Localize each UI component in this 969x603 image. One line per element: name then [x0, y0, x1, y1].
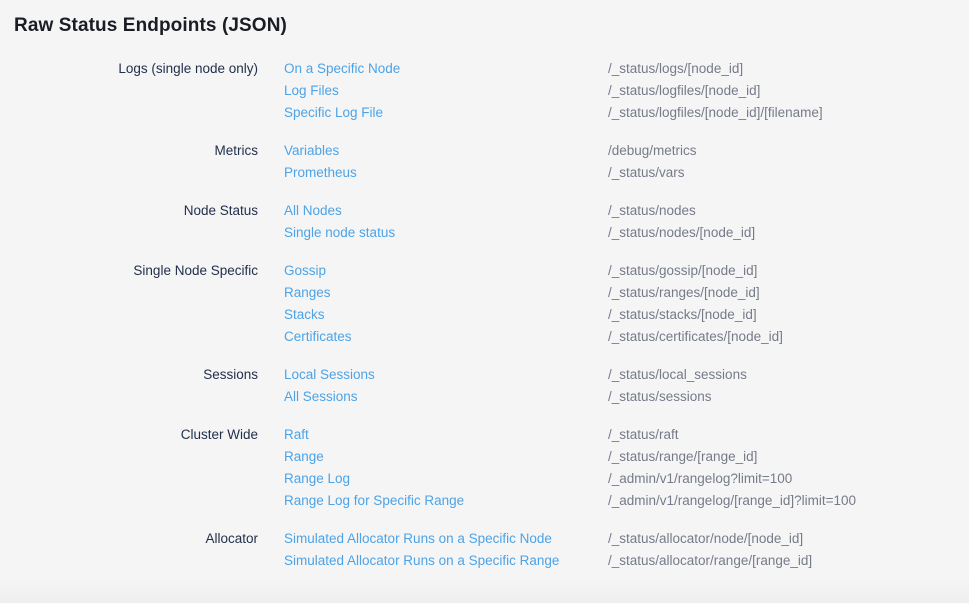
endpoint-row: Sessions Local Sessions /_status/local_s… [0, 364, 969, 386]
endpoint-row: Simulated Allocator Runs on a Specific R… [0, 550, 969, 572]
endpoint-link[interactable]: All Nodes [258, 200, 608, 222]
endpoint-link[interactable]: Specific Log File [258, 102, 608, 124]
endpoint-path: /_status/allocator/range/[range_id] [608, 550, 812, 572]
endpoint-path: /_status/range/[range_id] [608, 446, 757, 468]
endpoint-link[interactable]: Range Log for Specific Range [258, 490, 608, 512]
endpoint-row: Allocator Simulated Allocator Runs on a … [0, 528, 969, 550]
endpoint-path: /_status/nodes/[node_id] [608, 222, 755, 244]
endpoint-row: Range /_status/range/[range_id] [0, 446, 969, 468]
endpoint-row: Cluster Wide Raft /_status/raft [0, 424, 969, 446]
endpoint-section: Metrics Variables /debug/metrics Prometh… [0, 140, 969, 184]
category-label: Allocator [0, 528, 258, 550]
endpoint-path: /_status/nodes [608, 200, 696, 222]
endpoint-link[interactable]: On a Specific Node [258, 58, 608, 80]
endpoint-row: Ranges /_status/ranges/[node_id] [0, 282, 969, 304]
endpoint-row: Node Status All Nodes /_status/nodes [0, 200, 969, 222]
endpoint-link[interactable]: Prometheus [258, 162, 608, 184]
endpoint-row: Prometheus /_status/vars [0, 162, 969, 184]
endpoint-section: Sessions Local Sessions /_status/local_s… [0, 364, 969, 408]
endpoint-link[interactable]: Simulated Allocator Runs on a Specific R… [258, 550, 608, 572]
endpoint-path: /_status/logs/[node_id] [608, 58, 743, 80]
endpoint-row: Log Files /_status/logfiles/[node_id] [0, 80, 969, 102]
endpoint-path: /_status/logfiles/[node_id]/[filename] [608, 102, 823, 124]
endpoint-path: /_status/allocator/node/[node_id] [608, 528, 803, 550]
category-label: Logs (single node only) [0, 58, 258, 80]
category-label: Node Status [0, 200, 258, 222]
endpoint-link[interactable]: Range [258, 446, 608, 468]
endpoint-path: /debug/metrics [608, 140, 697, 162]
endpoint-path: /_status/logfiles/[node_id] [608, 80, 760, 102]
category-label: Metrics [0, 140, 258, 162]
endpoint-path: /_status/vars [608, 162, 685, 184]
endpoint-row: All Sessions /_status/sessions [0, 386, 969, 408]
endpoint-row: Range Log for Specific Range /_admin/v1/… [0, 490, 969, 512]
endpoint-section: Single Node Specific Gossip /_status/gos… [0, 260, 969, 348]
endpoint-link[interactable]: Variables [258, 140, 608, 162]
endpoint-path: /_status/raft [608, 424, 679, 446]
endpoint-link[interactable]: Log Files [258, 80, 608, 102]
endpoint-row: Certificates /_status/certificates/[node… [0, 326, 969, 348]
page-title: Raw Status Endpoints (JSON) [0, 0, 969, 38]
endpoint-link[interactable]: Single node status [258, 222, 608, 244]
endpoint-link[interactable]: Range Log [258, 468, 608, 490]
endpoint-link[interactable]: Raft [258, 424, 608, 446]
endpoint-section: Logs (single node only) On a Specific No… [0, 58, 969, 124]
endpoint-link[interactable]: Stacks [258, 304, 608, 326]
endpoint-row: Metrics Variables /debug/metrics [0, 140, 969, 162]
debug-endpoints-page: Raw Status Endpoints (JSON) Logs (single… [0, 0, 969, 572]
endpoint-path: /_status/certificates/[node_id] [608, 326, 783, 348]
endpoint-row: Specific Log File /_status/logfiles/[nod… [0, 102, 969, 124]
endpoint-path: /_status/stacks/[node_id] [608, 304, 757, 326]
endpoint-link[interactable]: Local Sessions [258, 364, 608, 386]
endpoint-row: Single Node Specific Gossip /_status/gos… [0, 260, 969, 282]
endpoint-row: Range Log /_admin/v1/rangelog?limit=100 [0, 468, 969, 490]
endpoint-path: /_status/local_sessions [608, 364, 747, 386]
endpoint-link[interactable]: All Sessions [258, 386, 608, 408]
endpoint-path: /_status/gossip/[node_id] [608, 260, 757, 282]
category-label: Sessions [0, 364, 258, 386]
category-label: Single Node Specific [0, 260, 258, 282]
endpoint-link[interactable]: Certificates [258, 326, 608, 348]
endpoint-path: /_status/ranges/[node_id] [608, 282, 760, 304]
endpoint-path: /_admin/v1/rangelog?limit=100 [608, 468, 792, 490]
endpoint-section: Allocator Simulated Allocator Runs on a … [0, 528, 969, 572]
endpoint-section: Node Status All Nodes /_status/nodes Sin… [0, 200, 969, 244]
endpoint-path: /_status/sessions [608, 386, 712, 408]
endpoint-row: Logs (single node only) On a Specific No… [0, 58, 969, 80]
endpoint-section: Cluster Wide Raft /_status/raft Range /_… [0, 424, 969, 512]
endpoint-path: /_admin/v1/rangelog/[range_id]?limit=100 [608, 490, 856, 512]
endpoint-row: Single node status /_status/nodes/[node_… [0, 222, 969, 244]
endpoint-link[interactable]: Gossip [258, 260, 608, 282]
endpoint-table: Logs (single node only) On a Specific No… [0, 58, 969, 572]
endpoint-link[interactable]: Ranges [258, 282, 608, 304]
category-label: Cluster Wide [0, 424, 258, 446]
endpoint-row: Stacks /_status/stacks/[node_id] [0, 304, 969, 326]
endpoint-link[interactable]: Simulated Allocator Runs on a Specific N… [258, 528, 608, 550]
